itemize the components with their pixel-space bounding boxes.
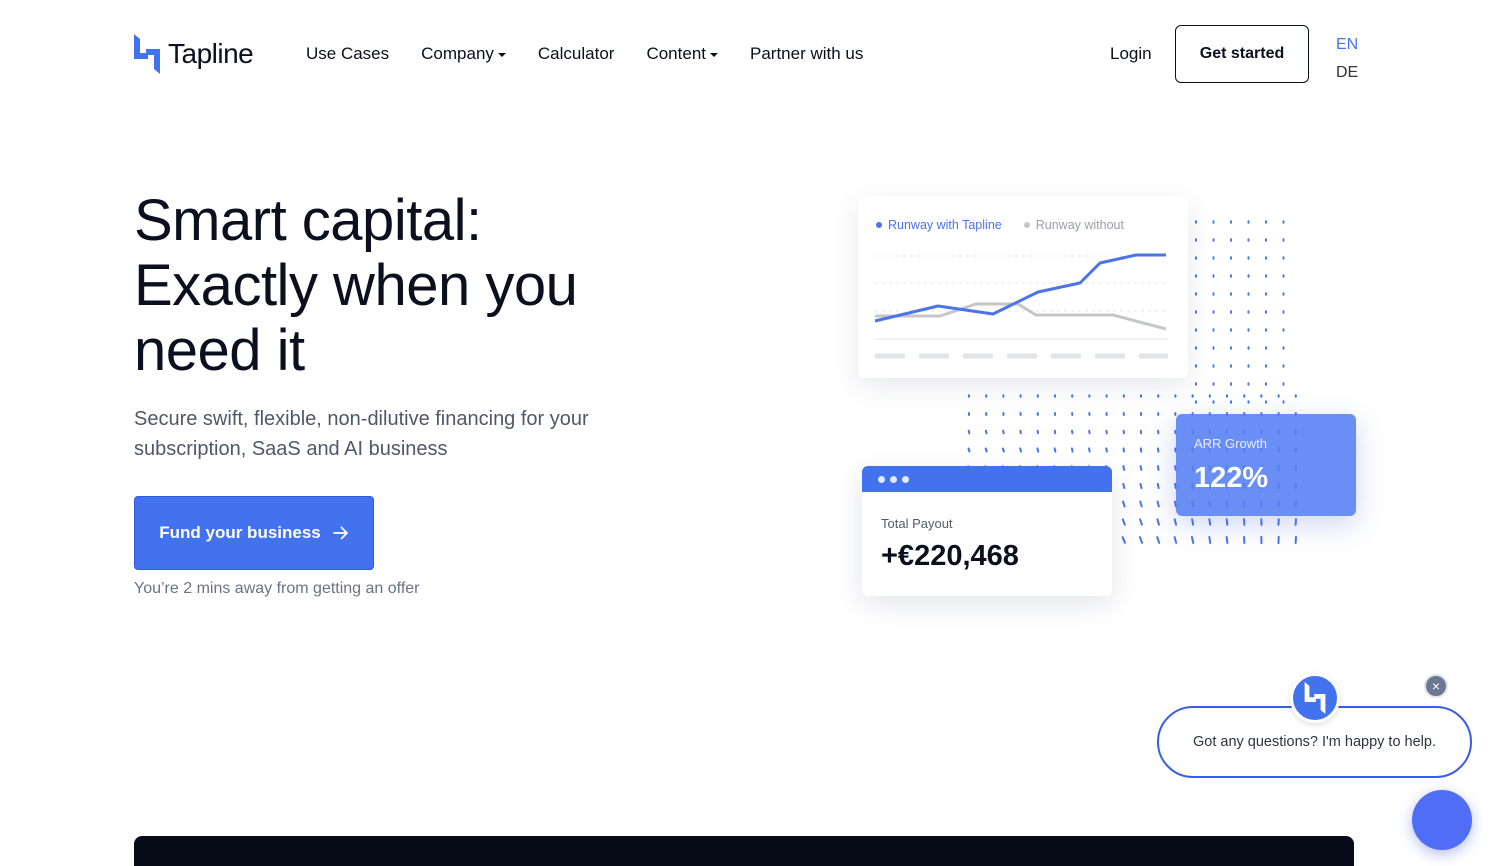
window-header bbox=[862, 466, 1112, 492]
runway-without-line bbox=[875, 302, 1167, 331]
chat-message: Got any questions? I'm happy to help. bbox=[1193, 734, 1436, 750]
pattern-dot bbox=[1191, 518, 1195, 526]
window-dot-icon bbox=[902, 475, 909, 483]
window-dot-icon bbox=[890, 475, 897, 483]
chart-legend: Runway with Tapline Runway without bbox=[876, 218, 1124, 232]
arr-growth-card: ARR Growth 122% bbox=[1176, 414, 1356, 516]
pattern-dot bbox=[1156, 482, 1160, 490]
pattern-dot bbox=[1002, 429, 1005, 435]
tapline-logo-icon bbox=[1304, 682, 1326, 714]
pattern-dot bbox=[1122, 500, 1126, 508]
legend-without: Runway without bbox=[1023, 218, 1124, 232]
payout-label: Total Payout bbox=[881, 516, 953, 531]
window-dot-icon bbox=[878, 475, 885, 483]
pattern-dot bbox=[1088, 447, 1091, 453]
pattern-dot bbox=[1070, 447, 1074, 453]
pattern-dot bbox=[1225, 536, 1229, 544]
legend-dot-icon bbox=[1023, 222, 1030, 228]
pattern-dot bbox=[1053, 447, 1057, 453]
pattern-dot bbox=[1138, 536, 1144, 544]
total-payout-card: Total Payout +€220,468 bbox=[862, 466, 1112, 596]
runway-chart-card: Runway with Tapline Runway without bbox=[858, 196, 1188, 378]
pattern-dot bbox=[967, 429, 971, 435]
pattern-dot bbox=[1208, 536, 1212, 544]
pattern-dot bbox=[1156, 518, 1160, 526]
pattern-dot bbox=[1122, 447, 1126, 453]
pattern-dot bbox=[1173, 536, 1178, 544]
close-icon: × bbox=[1431, 678, 1441, 694]
arr-label: ARR Growth bbox=[1194, 436, 1267, 451]
pattern-dot bbox=[984, 429, 988, 435]
legend-with-label: Runway with Tapline bbox=[888, 218, 1002, 232]
pattern-dot bbox=[1156, 465, 1160, 471]
pattern-dot bbox=[1121, 536, 1126, 544]
pattern-dot bbox=[1225, 518, 1229, 526]
dark-section-top bbox=[134, 836, 1354, 866]
legend-dot-icon bbox=[876, 222, 882, 228]
pattern-dot bbox=[1139, 482, 1143, 490]
legend-without-label: Runway without bbox=[1035, 218, 1124, 232]
pattern-dot bbox=[1105, 447, 1108, 453]
pattern-dot bbox=[1139, 465, 1143, 471]
pattern-dot bbox=[1156, 536, 1161, 544]
pattern-dot bbox=[984, 447, 988, 453]
pattern-dot bbox=[1190, 536, 1195, 544]
chat-launcher-button[interactable] bbox=[1412, 790, 1472, 850]
pattern-dot bbox=[1122, 482, 1126, 490]
pattern-dot bbox=[1139, 500, 1143, 508]
pattern-dot bbox=[1122, 465, 1126, 471]
legend-with-tapline: Runway with Tapline bbox=[876, 218, 1002, 232]
payout-value: +€220,468 bbox=[881, 540, 1019, 572]
pattern-dot bbox=[1173, 518, 1178, 526]
chat-close-button[interactable]: × bbox=[1424, 674, 1448, 698]
pattern-dot bbox=[1019, 447, 1022, 453]
pattern-dot bbox=[1001, 447, 1005, 453]
pattern-dot bbox=[1208, 518, 1212, 526]
pattern-dot bbox=[1139, 518, 1143, 526]
pattern-dot bbox=[1121, 518, 1126, 526]
pattern-dot bbox=[1036, 447, 1040, 453]
pattern-dot bbox=[1156, 500, 1160, 508]
chat-avatar bbox=[1290, 673, 1340, 723]
pattern-dot bbox=[967, 447, 971, 453]
arr-value: 122% bbox=[1194, 462, 1269, 494]
